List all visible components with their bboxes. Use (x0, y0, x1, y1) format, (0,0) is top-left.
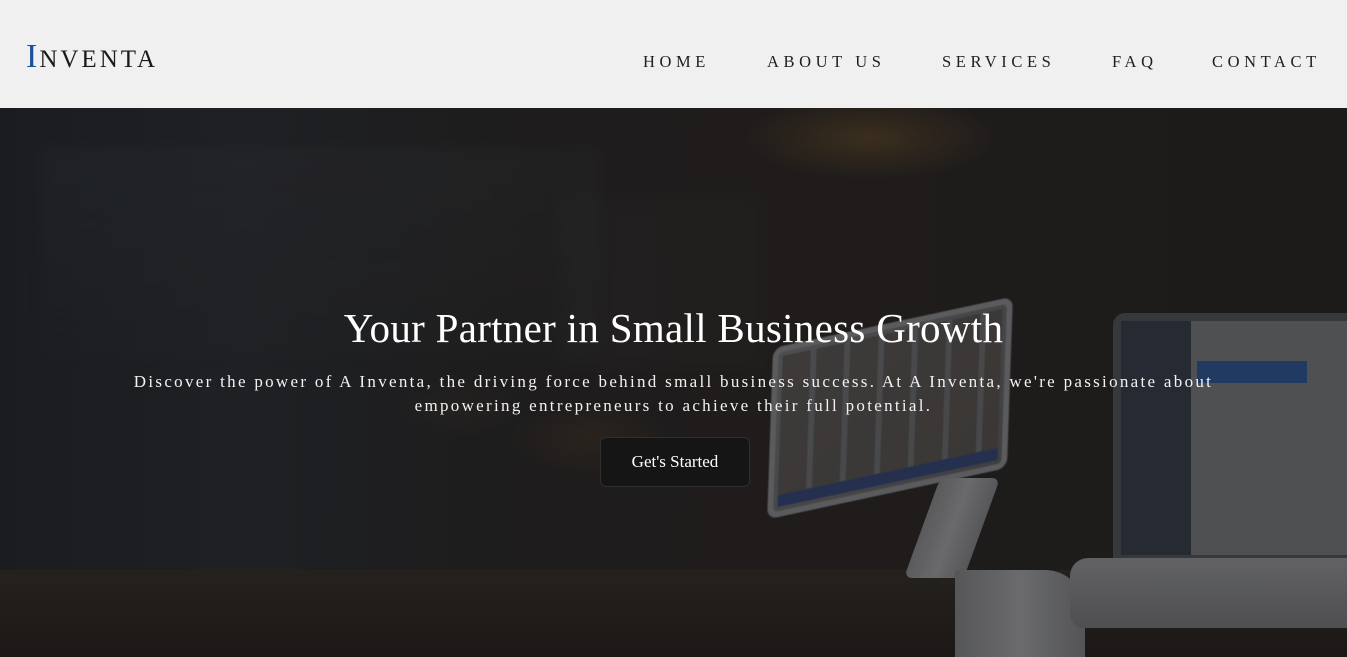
nav-link-home[interactable]: HOME (643, 52, 710, 72)
nav-link-faq[interactable]: FAQ (1112, 52, 1158, 72)
site-header: INVENTA HOME ABOUT US SERVICES FAQ CONTA… (0, 0, 1347, 108)
nav-link-contact[interactable]: CONTACT (1212, 52, 1321, 72)
hero-section: Your Partner in Small Business Growth Di… (0, 108, 1347, 657)
main-nav: HOME ABOUT US SERVICES FAQ CONTACT (0, 0, 1347, 108)
get-started-button[interactable]: Get's Started (600, 437, 750, 487)
hero-content: Your Partner in Small Business Growth Di… (0, 108, 1347, 657)
nav-link-about-us[interactable]: ABOUT US (767, 52, 886, 72)
hero-subtitle: Discover the power of A Inventa, the dri… (133, 372, 1214, 415)
nav-link-services[interactable]: SERVICES (942, 52, 1055, 72)
hero-title: Your Partner in Small Business Growth (343, 305, 1004, 351)
